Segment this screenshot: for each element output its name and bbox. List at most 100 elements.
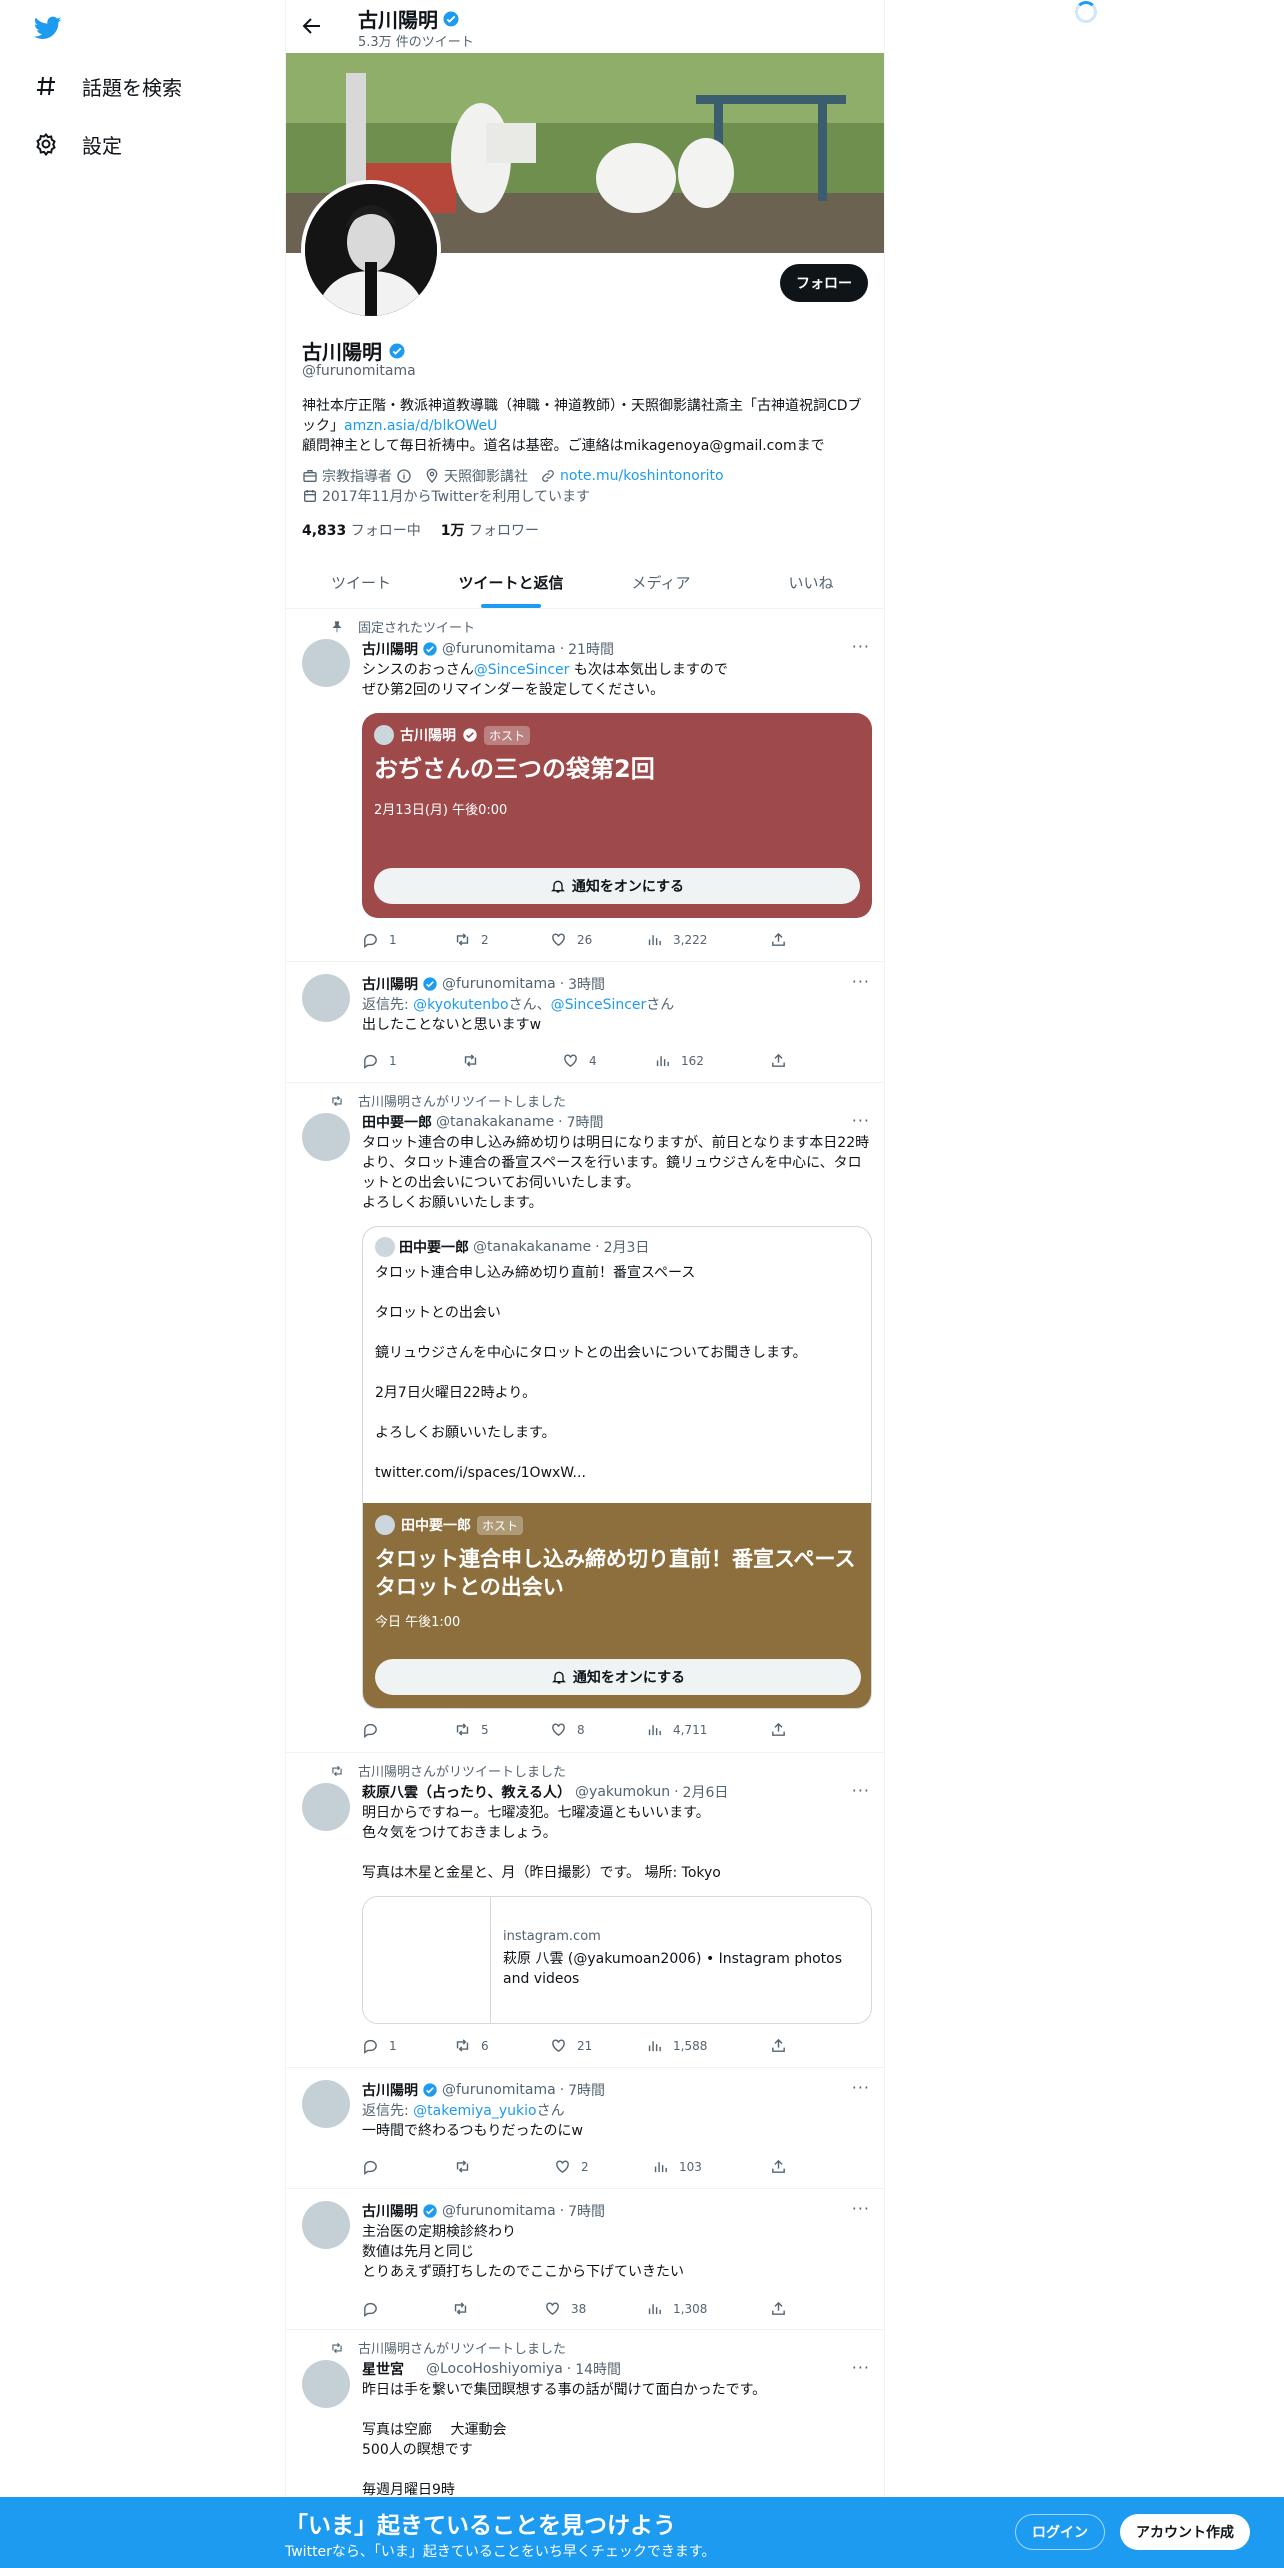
retweet-button[interactable]: 6 (454, 2037, 489, 2054)
login-button[interactable]: ログイン (1015, 2514, 1105, 2550)
more-icon[interactable]: ··· (852, 972, 870, 991)
tab-tweets[interactable]: ツイート (286, 556, 436, 608)
reply-button[interactable] (362, 1721, 389, 1738)
tab-likes[interactable]: いいね (736, 556, 884, 608)
follow-button[interactable]: フォロー (780, 264, 868, 302)
like-button[interactable]: 21 (550, 2037, 592, 2054)
notify-button[interactable]: 通知をオンにする (375, 1659, 861, 1695)
avatar[interactable] (302, 2080, 350, 2128)
signup-button[interactable]: アカウント作成 (1120, 2514, 1250, 2550)
more-icon[interactable]: ··· (852, 2078, 870, 2097)
views-button[interactable]: 1,588 (646, 2037, 707, 2054)
share-button[interactable] (770, 2037, 787, 2054)
views-button[interactable]: 3,222 (646, 931, 707, 948)
quote-header: 田中要一郎 @tanakakaname · 2月3日 (375, 1237, 649, 1257)
more-icon[interactable]: ··· (852, 1111, 870, 1130)
space-date: 今日 午後1:00 (375, 1615, 461, 1630)
link-card[interactable]: instagram.com 萩原 八雲 (@yakumoan2006) • In… (362, 1896, 872, 2024)
share-button[interactable] (770, 931, 787, 948)
views-chart-icon (648, 1725, 661, 1736)
reply-button[interactable]: 1 (362, 931, 397, 948)
retweet-button[interactable] (454, 2158, 481, 2175)
views-button[interactable]: 162 (654, 1052, 704, 1069)
avatar[interactable] (302, 2360, 350, 2408)
space-card[interactable]: 古川陽明 ホスト おぢさんの三つの袋第2回 2月13日(月) 午後0:00 通知を… (362, 713, 872, 918)
tweet[interactable]: 固定されたツイート 古川陽明 @furunomitama · 21時間 ··· シン… (286, 609, 884, 962)
views-button[interactable]: 4,711 (646, 1721, 707, 1738)
verified-badge-icon (423, 2083, 437, 2097)
reply-button[interactable] (362, 2158, 389, 2175)
retweet-context: 古川陽明さんがリツイートしました (332, 1091, 566, 1110)
sidebar-item-explore[interactable]: 話題を検索 (34, 68, 182, 104)
more-icon[interactable]: ··· (852, 2199, 870, 2218)
reply-icon (364, 1723, 377, 1738)
retweet-button[interactable]: 2 (454, 931, 489, 948)
avatar[interactable] (302, 974, 350, 1022)
views-chart-icon (656, 1056, 669, 1067)
retweet-button[interactable] (452, 2300, 479, 2317)
like-button[interactable]: 4 (562, 1052, 597, 1069)
like-button[interactable]: 8 (550, 1721, 585, 1738)
like-button[interactable]: 38 (544, 2300, 586, 2317)
more-icon[interactable]: ··· (852, 637, 870, 656)
twitter-logo-icon[interactable] (32, 14, 64, 42)
views-button[interactable]: 1,308 (646, 2300, 707, 2317)
quoted-tweet[interactable]: 田中要一郎 @tanakakaname · 2月3日 タロット連合申し込み締め切り直… (362, 1226, 872, 1709)
tab-tweets-replies[interactable]: ツイートと返信 (436, 556, 586, 608)
tweet[interactable]: 古川陽明 @furunomitama · 7時間 ··· 返信先: @takemiy… (286, 2068, 884, 2189)
loading-spinner-icon (1075, 1, 1097, 23)
more-icon[interactable]: ··· (852, 1781, 870, 1800)
profile-handle: @furunomitama (302, 363, 416, 379)
views-button[interactable]: 103 (652, 2158, 702, 2175)
tweet[interactable]: 古川陽明さんがリツイートしました 田中要一郎 @tanakakaname · 7時間… (286, 1083, 884, 1753)
card-domain: instagram.com (503, 1929, 601, 1944)
retweet-button[interactable] (462, 1052, 489, 1069)
more-icon[interactable]: ··· (852, 2358, 870, 2377)
retweet-button[interactable]: 5 (454, 1721, 489, 1738)
tweet-header: 古川陽明 @furunomitama · 7時間 (362, 2203, 606, 2220)
tweet-header: 古川陽明 @furunomitama · 7時間 (362, 2082, 606, 2099)
share-icon (772, 1722, 785, 1736)
share-button[interactable] (770, 1721, 787, 1738)
share-button[interactable] (770, 1052, 787, 1069)
info-icon[interactable] (396, 468, 412, 484)
tweet[interactable]: 古川陽明 @furunomitama · 7時間 ··· 主治医の定期検診終わり 数… (286, 2189, 884, 2330)
reply-button[interactable]: 1 (362, 2037, 397, 2054)
bell-plus-icon (550, 880, 565, 893)
retweet-icon (456, 2160, 469, 2173)
hashtag-icon (37, 76, 55, 96)
space-host: 田中要一郎 ホスト (375, 1515, 524, 1535)
back-arrow-icon[interactable] (300, 14, 324, 38)
avatar[interactable] (302, 1113, 350, 1161)
profile-website: note.mu/koshintonorito (540, 468, 724, 484)
reply-button[interactable] (362, 2300, 389, 2317)
tab-media[interactable]: メディア (586, 556, 736, 608)
reply-icon (364, 2039, 377, 2054)
tweet-header: 田中要一郎 @tanakakaname · 7時間 (362, 1114, 604, 1131)
following-count[interactable]: 4,833 フォロー中 (302, 520, 421, 540)
avatar[interactable] (302, 639, 350, 687)
tweet[interactable]: 古川陽明 @furunomitama · 3時間 ··· 返信先: @kyokute… (286, 962, 884, 1083)
sidebar-item-settings[interactable]: 設定 (34, 126, 122, 162)
reply-icon (364, 1054, 377, 1069)
avatar-image (305, 184, 437, 316)
like-button[interactable]: 26 (550, 931, 592, 948)
notify-button[interactable]: 通知をオンにする (374, 868, 860, 904)
share-button[interactable] (770, 2300, 787, 2317)
card-thumbnail (363, 1897, 491, 2023)
gear-icon (36, 132, 56, 156)
location-pin-icon (426, 468, 438, 483)
followers-count[interactable]: 1万 フォロワー (441, 520, 539, 540)
avatar[interactable] (302, 1783, 350, 1831)
space-card[interactable]: 田中要一郎 ホスト タロット連合申し込み締め切り直前！番宣スペースタロットとの出会… (363, 1503, 871, 1708)
profile-name: 古川陽明 (302, 336, 406, 365)
like-button[interactable]: 2 (554, 2158, 589, 2175)
tweet[interactable]: 古川陽明さんがリツイートしました 萩原八雲（占ったり、教える人） @yakumo… (286, 1753, 884, 2068)
views-chart-icon (648, 2304, 661, 2315)
reply-button[interactable]: 1 (362, 1052, 397, 1069)
profile-avatar[interactable] (301, 180, 441, 320)
avatar[interactable] (302, 2201, 350, 2249)
share-button[interactable] (770, 2158, 787, 2175)
profile-counts: 4,833 フォロー中 1万 フォロワー (302, 520, 539, 540)
bio-link[interactable]: amzn.asia/d/blkOWeU (344, 418, 497, 434)
